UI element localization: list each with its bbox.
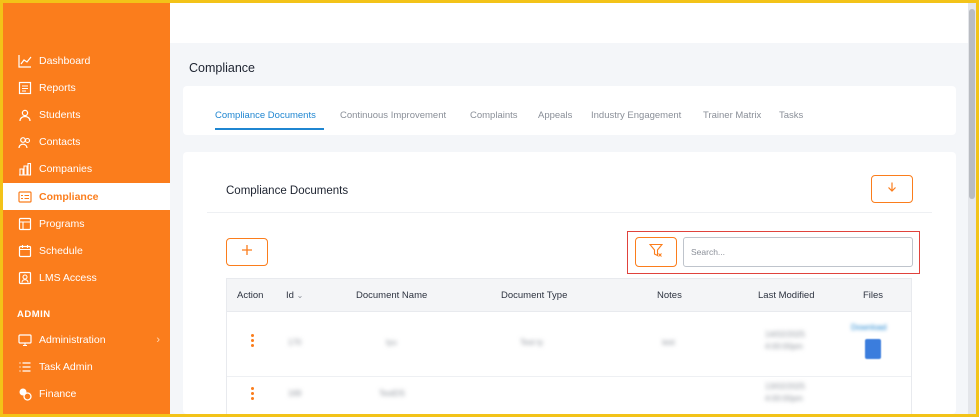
tabs-bar: Compliance Documents Continuous Improvem… [183,86,956,135]
sidebar-item-label: Companies [39,162,93,175]
table-row: 169 TestDS 13/02/2025 4:00:00pm [227,377,911,414]
sidebar-item-programs[interactable]: Programs [3,210,170,237]
lms-icon [17,270,33,286]
column-header-notes: Notes [657,290,682,301]
sidebar-item-students[interactable]: Students [3,101,170,128]
search-input[interactable] [683,237,913,267]
top-bar [170,3,976,43]
scrollbar-thumb[interactable] [969,9,975,199]
chevron-down-icon: ⌄ [296,291,304,300]
document-file-icon[interactable] [865,339,881,359]
page-scrollbar[interactable] [968,3,976,414]
contacts-icon [17,134,33,150]
compliance-icon [17,189,33,205]
sidebar-item-label: Compliance [39,190,99,203]
sidebar-item-schedule[interactable]: Schedule [3,237,170,264]
sidebar-item-label: LMS Access [39,271,97,284]
sidebar: Dashboard Reports Students Contacts Comp… [3,3,170,414]
tab-trainer-matrix[interactable]: Trainer Matrix [703,110,761,121]
sidebar-item-label: Schedule [39,244,83,257]
column-header-files: Files [863,290,884,301]
sidebar-item-label: Task Admin [39,360,93,373]
documents-card: Compliance Documents Action Id [183,152,956,414]
report-icon [17,80,33,96]
filter-button[interactable] [635,237,677,267]
arrow-down-icon [886,180,898,198]
calendar-icon [17,243,33,259]
administration-icon [17,332,33,348]
companies-icon [17,161,33,177]
table-row: 170 tyu Test ty test 14/02/2025 4:00:00p… [227,312,911,377]
active-tab-indicator [215,128,324,130]
programs-icon [17,216,33,232]
column-header-action: Action [237,290,264,301]
students-icon [17,107,33,123]
cell-id: 170 [288,338,302,347]
sidebar-section-admin: ADMIN [17,309,51,320]
column-header-id-label: Id [286,290,294,301]
row-actions-icon[interactable] [249,334,255,347]
sidebar-item-companies[interactable]: Companies [3,155,170,182]
add-document-button[interactable] [226,238,268,266]
sidebar-item-label: Administration [39,333,106,346]
sidebar-item-label: Finance [39,387,77,400]
tab-compliance-documents[interactable]: Compliance Documents [215,110,316,121]
sidebar-item-contacts[interactable]: Contacts [3,128,170,155]
documents-table: Action Id ⌄ Document Name Document Type … [226,278,912,414]
filter-icon [648,243,664,262]
sidebar-item-label: Reports [39,81,76,94]
chart-line-icon [17,53,33,69]
tab-complaints[interactable]: Complaints [470,110,518,121]
cell-id: 169 [288,389,302,398]
column-header-last-modified: Last Modified [758,290,815,301]
sidebar-item-label: Students [39,108,81,121]
sidebar-item-dashboard[interactable]: Dashboard [3,47,170,74]
card-title: Compliance Documents [226,185,349,197]
sidebar-item-compliance[interactable]: Compliance [3,183,170,210]
finance-icon [17,386,33,402]
tab-continuous-improvement[interactable]: Continuous Improvement [340,110,446,121]
cell-last-modified-time: 4:00:00pm [765,394,803,403]
column-header-document-name: Document Name [356,290,428,301]
task-list-icon [17,359,33,375]
cell-notes: test [662,338,675,347]
sidebar-item-administration[interactable]: Administration › [3,326,170,353]
table-header: Action Id ⌄ Document Name Document Type … [227,279,911,312]
card-divider [207,212,932,213]
page-title: Compliance [189,61,256,75]
download-button[interactable] [871,175,913,203]
sidebar-item-task-admin[interactable]: Task Admin [3,353,170,380]
sidebar-item-reports[interactable]: Reports [3,74,170,101]
row-actions-icon[interactable] [249,387,255,400]
tab-tasks[interactable]: Tasks [779,110,803,121]
cell-document-type: Test ty [520,338,544,347]
cell-document-name: tyu [386,338,397,347]
sidebar-item-label: Contacts [39,135,81,148]
sidebar-item-label: Programs [39,217,85,230]
column-header-document-type: Document Type [501,290,568,301]
tab-appeals[interactable]: Appeals [538,110,572,121]
app-frame: Dashboard Reports Students Contacts Comp… [3,3,976,414]
cell-document-name: TestDS [379,389,405,398]
plus-icon [241,243,253,261]
file-download-link[interactable]: Download [851,323,887,332]
cell-last-modified-time: 4:00:00pm [765,342,803,351]
sidebar-item-label: Dashboard [39,54,91,67]
sidebar-item-finance[interactable]: Finance [3,380,170,407]
column-header-id[interactable]: Id ⌄ [286,290,303,301]
chevron-right-icon: › [156,333,160,346]
tab-industry-engagement[interactable]: Industry Engagement [591,110,681,121]
sidebar-item-lms-access[interactable]: LMS Access [3,264,170,291]
cell-last-modified-date: 14/02/2025 [765,330,806,339]
cell-last-modified-date: 13/02/2025 [765,382,806,391]
